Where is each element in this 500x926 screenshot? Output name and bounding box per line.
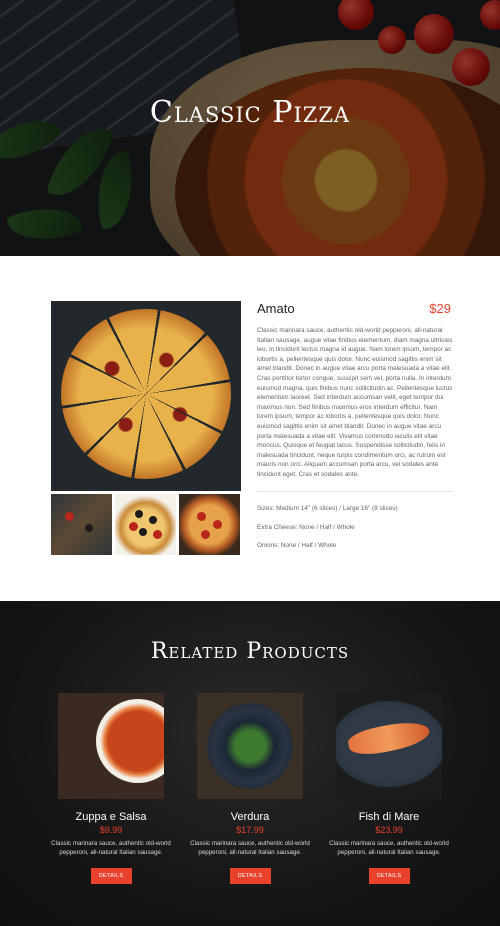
product-card-name: Zuppa e Salsa [75,811,147,823]
topping-decoration [65,512,74,521]
product-card-image[interactable] [336,693,442,799]
product-card-name: Fish di Mare [358,811,420,823]
tomato-decoration [153,530,162,539]
product-thumbnail-2[interactable] [115,494,176,555]
product-card-name: Verdura [230,811,270,823]
related-products-section: Related Products Zuppa e Salsa $9.99 Cla… [0,601,500,926]
details-button[interactable]: DETAILS [368,868,410,884]
product-card-description: Classic marinara sauce, authentic old-wo… [329,840,449,856]
option-onions: Onions: None / Half / Whole [257,542,337,549]
salad-plate-image [207,703,293,789]
pepperoni-decoration [201,530,210,539]
olive-decoration [139,528,147,536]
hero-banner: Classic Pizza [0,0,500,256]
product-description: Classic marinara sauce, authentic old-wo… [257,327,453,478]
pepperoni-decoration [197,512,206,521]
olive-decoration [149,516,157,524]
olive-decoration [135,510,143,518]
product-thumbnail-3[interactable] [179,494,240,555]
option-extra-cheese: Extra Cheese: None / Half / Whole [257,524,355,531]
product-card-description: Classic marinara sauce, authentic old-wo… [51,840,171,856]
product-price: $29 [429,301,451,316]
product-card: Verdura $17.99 Classic marinara sauce, a… [180,693,320,884]
product-name: Amato [257,301,295,316]
product-card-image[interactable] [58,693,164,799]
product-card-price: $23.99 [375,825,403,835]
product-card-price: $17.99 [236,825,264,835]
topping-decoration [85,524,93,532]
pizza-image [61,309,231,479]
product-card-price: $9.99 [99,825,123,835]
tomato-decoration [129,522,138,531]
product-card: Fish di Mare $23.99 Classic marinara sau… [319,693,459,884]
details-button[interactable]: DETAILS [229,868,271,884]
product-section: Amato $29 Classic marinara sauce, authen… [0,256,500,601]
pepperoni-decoration [213,520,222,529]
soup-bowl-image [96,699,164,783]
details-button[interactable]: DETAILS [90,868,132,884]
page-title: Classic Pizza [149,95,351,130]
section-title: Related Products [150,639,350,664]
product-card-image[interactable] [197,693,303,799]
product-main-image[interactable] [51,301,241,491]
option-sizes: Sizes: Medium 14" (6 slices) / Large 16"… [257,505,398,512]
product-card-description: Classic marinara sauce, authentic old-wo… [190,840,310,856]
product-card: Zuppa e Salsa $9.99 Classic marinara sau… [41,693,181,884]
divider [257,491,453,492]
product-thumbnail-1[interactable] [51,494,112,555]
